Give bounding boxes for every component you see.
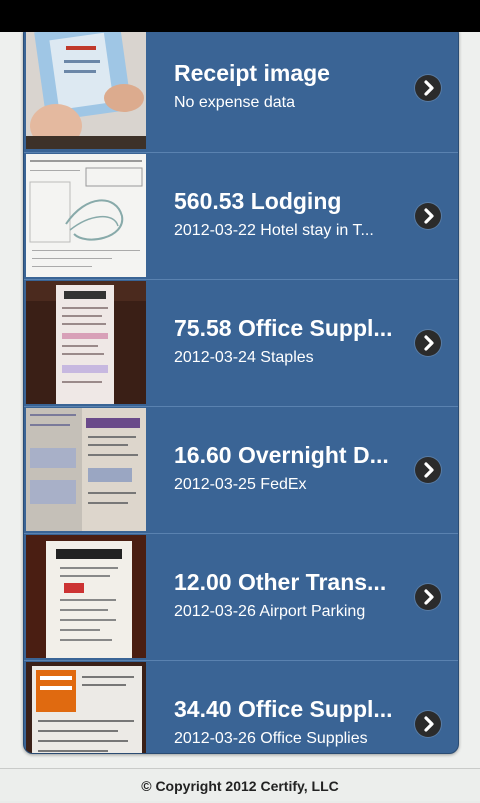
chevron-right-icon[interactable] [415,711,441,737]
receipt-title: 16.60 Overnight D... [174,442,389,468]
copyright-footer: © Copyright 2012 Certify, LLC [0,768,480,801]
receipt-subtitle: 2012-03-25 FedEx [174,476,307,493]
receipt-subtitle: 2012-03-24 Staples [174,349,314,366]
receipt-list: Receipt image No expense data 560.53 Lod… [23,32,459,754]
receipt-thumbnail [26,662,146,753]
receipt-title: 34.40 Office Suppl... [174,696,393,722]
receipt-title: 75.58 Office Suppl... [174,315,393,341]
chevron-right-icon[interactable] [415,330,441,356]
receipt-title: Receipt image [174,60,330,86]
chevron-right-icon[interactable] [415,457,441,483]
receipt-subtitle: 2012-03-26 Airport Parking [174,603,366,620]
chevron-right-icon[interactable] [415,584,441,610]
receipt-list-item[interactable]: 560.53 Lodging 2012-03-22 Hotel stay in … [24,152,458,279]
receipt-list-screen: Receipt image No expense data 560.53 Lod… [0,32,480,768]
receipt-subtitle: 2012-03-26 Office Supplies [174,730,368,747]
receipt-list-item[interactable]: 12.00 Other Trans... 2012-03-26 Airport … [24,533,458,660]
chevron-right-icon[interactable] [415,75,441,101]
chevron-right-icon[interactable] [415,203,441,229]
receipt-list-item[interactable]: 34.40 Office Suppl... 2012-03-26 Office … [24,660,458,753]
receipt-list-item[interactable]: Receipt image No expense data [24,32,458,151]
receipt-thumbnail [26,281,146,404]
receipt-title: 12.00 Other Trans... [174,569,387,595]
receipt-subtitle: 2012-03-22 Hotel stay in T... [174,222,374,239]
receipt-thumbnail [26,154,146,277]
receipt-thumbnail [26,32,146,149]
receipt-title: 560.53 Lodging [174,188,342,214]
receipt-list-item[interactable]: 75.58 Office Suppl... 2012-03-24 Staples [24,279,458,406]
receipt-thumbnail [26,408,146,531]
receipt-list-item[interactable]: 16.60 Overnight D... 2012-03-25 FedEx [24,406,458,533]
status-bar [0,0,480,32]
receipt-subtitle: No expense data [174,94,295,111]
receipt-thumbnail [26,535,146,658]
